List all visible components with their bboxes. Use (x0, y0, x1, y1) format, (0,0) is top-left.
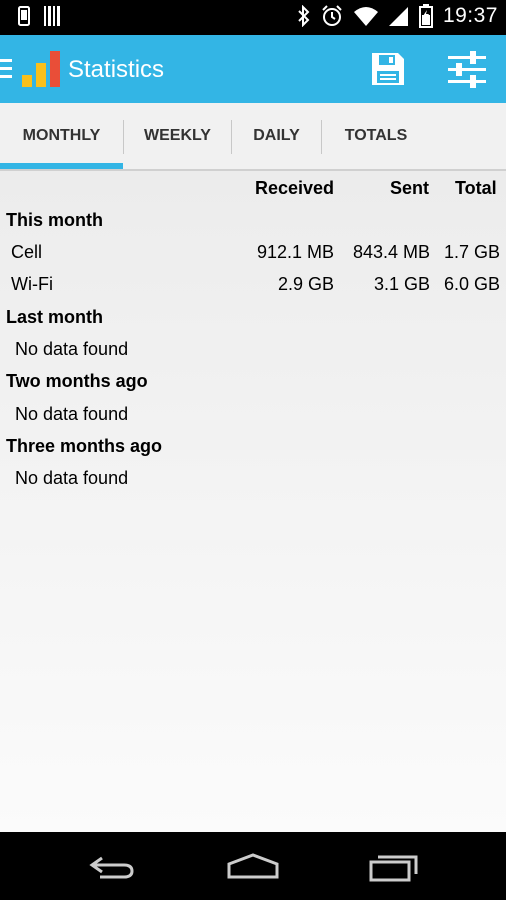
section-title-two-months-ago: Two months ago (6, 371, 148, 391)
bluetooth-icon (298, 5, 310, 27)
tab-monthly[interactable]: MONTHLY (0, 103, 123, 169)
screen: 19:37 Statistics MONTHLY WEEKLY DAILY TO… (0, 0, 506, 900)
tab-weekly[interactable]: WEEKLY (124, 103, 231, 169)
alarm-icon (322, 5, 342, 26)
cell-received: 912.1 MB (256, 242, 334, 262)
menu-icon[interactable] (0, 59, 12, 79)
row-label-cell: Cell (11, 242, 43, 262)
tab-bar: MONTHLY WEEKLY DAILY TOTALS (0, 103, 506, 171)
barcode-icon (44, 6, 60, 26)
wifi-total: 6.0 GB (443, 274, 500, 294)
column-header-received: Received (255, 178, 335, 198)
row-label-wifi: Wi-Fi (11, 274, 53, 294)
app-bar: Statistics (0, 35, 506, 103)
equalizer-settings-icon[interactable] (446, 49, 488, 89)
section-title-last-month: Last month (6, 307, 103, 327)
battery-icon (418, 4, 433, 28)
cell-total: 1.7 GB (443, 242, 500, 262)
recent-apps-icon[interactable] (368, 852, 420, 882)
save-icon[interactable] (368, 49, 408, 89)
column-header-sent: Sent (390, 178, 430, 198)
wifi-received: 2.9 GB (277, 274, 334, 294)
empty-text-three-months-ago: No data found (15, 468, 129, 488)
empty-text-two-months-ago: No data found (15, 404, 129, 424)
phone-icon (18, 6, 30, 26)
active-tab-indicator (0, 163, 123, 169)
cell-sent: 843.4 MB (352, 242, 430, 262)
wifi-icon (353, 7, 378, 26)
status-bar: 19:37 (0, 0, 506, 35)
status-right-icons: 19:37 (297, 4, 498, 28)
status-time: 19:37 (442, 4, 498, 27)
home-icon[interactable] (226, 852, 280, 880)
cell-signal-icon (388, 7, 408, 26)
section-title-three-months-ago: Three months ago (6, 436, 163, 456)
navigation-bar (0, 832, 506, 900)
tab-totals[interactable]: TOTALS (322, 103, 430, 169)
tab-daily[interactable]: DAILY (232, 103, 321, 169)
app-title: Statistics (68, 56, 165, 83)
statistics-content: Received Sent Total This month Cell 912.… (0, 171, 506, 832)
status-left-icons (18, 6, 62, 26)
section-title-this-month: This month (6, 210, 103, 230)
empty-text-last-month: No data found (15, 339, 129, 359)
back-icon[interactable] (88, 854, 136, 880)
app-logo-icon[interactable] (22, 51, 60, 87)
column-header-total: Total (455, 178, 497, 198)
wifi-sent: 3.1 GB (373, 274, 430, 294)
